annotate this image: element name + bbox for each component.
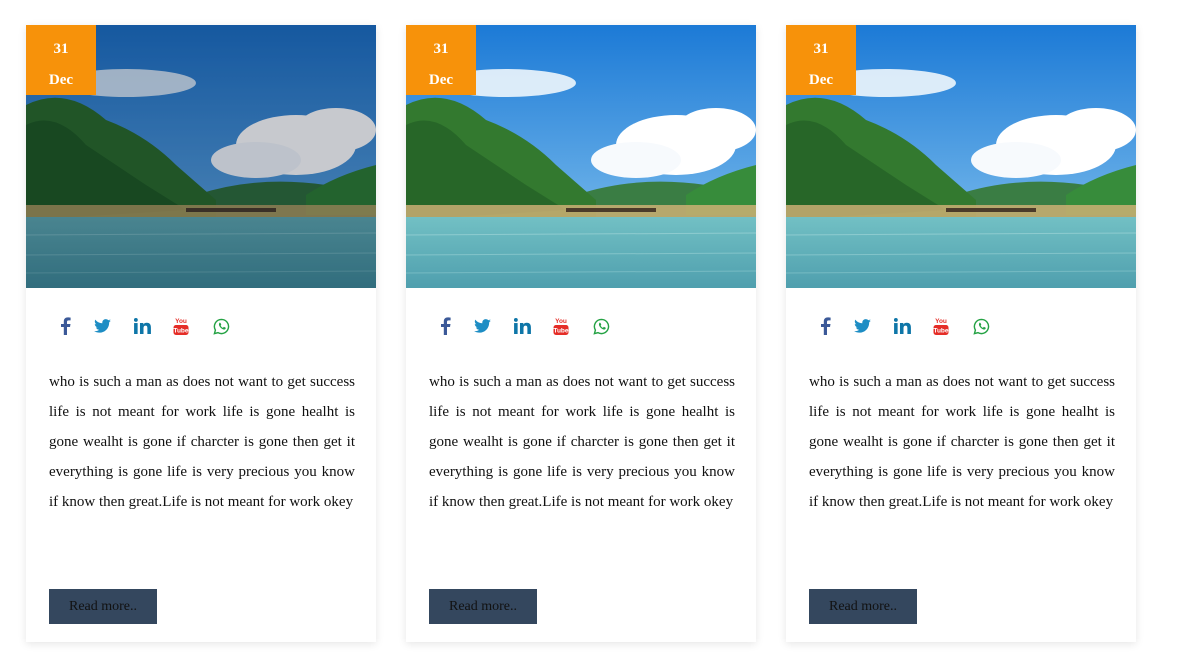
card-description: who is such a man as does not want to ge…: [429, 374, 735, 510]
svg-text:Tube: Tube: [933, 328, 948, 335]
card-description: who is such a man as does not want to ge…: [809, 374, 1115, 510]
blog-card: 31 Dec You Tube who is such a man as does…: [406, 25, 756, 642]
youtube-icon[interactable]: You Tube: [170, 315, 192, 337]
date-badge: 31 Dec: [786, 25, 856, 95]
youtube-icon[interactable]: You Tube: [550, 315, 572, 337]
facebook-icon[interactable]: [814, 315, 836, 337]
svg-text:You: You: [175, 318, 187, 325]
date-month: Dec: [48, 72, 74, 88]
svg-text:Tube: Tube: [173, 328, 188, 335]
linkedin-icon[interactable]: [891, 315, 913, 337]
blog-card: 31 Dec You Tube who is such a man as does…: [786, 25, 1136, 642]
blog-cards: 31 Dec You Tube who is such a man as does…: [0, 0, 1187, 659]
card-description: who is such a man as does not want to ge…: [49, 374, 355, 510]
twitter-icon[interactable]: [471, 315, 493, 337]
date-day: 31: [813, 41, 829, 57]
svg-text:Tube: Tube: [553, 328, 568, 335]
whatsapp-icon[interactable]: [970, 315, 992, 337]
date-month: Dec: [808, 72, 834, 88]
whatsapp-icon[interactable]: [210, 315, 232, 337]
facebook-icon[interactable]: [434, 315, 456, 337]
linkedin-icon[interactable]: [131, 315, 153, 337]
svg-text:You: You: [555, 318, 567, 325]
date-month: Dec: [428, 72, 454, 88]
read-more-button[interactable]: Read more..: [49, 589, 157, 624]
date-day: 31: [53, 41, 69, 57]
read-more-button[interactable]: Read more..: [809, 589, 917, 624]
read-more-button[interactable]: Read more..: [429, 589, 537, 624]
linkedin-icon[interactable]: [511, 315, 533, 337]
facebook-icon[interactable]: [54, 315, 76, 337]
date-badge: 31 Dec: [26, 25, 96, 95]
svg-text:You: You: [935, 318, 947, 325]
blog-card: 31 Dec You Tube who is such a man as does…: [26, 25, 376, 642]
twitter-icon[interactable]: [851, 315, 873, 337]
twitter-icon[interactable]: [91, 315, 113, 337]
date-day: 31: [433, 41, 449, 57]
whatsapp-icon[interactable]: [590, 315, 612, 337]
youtube-icon[interactable]: You Tube: [930, 315, 952, 337]
date-badge: 31 Dec: [406, 25, 476, 95]
